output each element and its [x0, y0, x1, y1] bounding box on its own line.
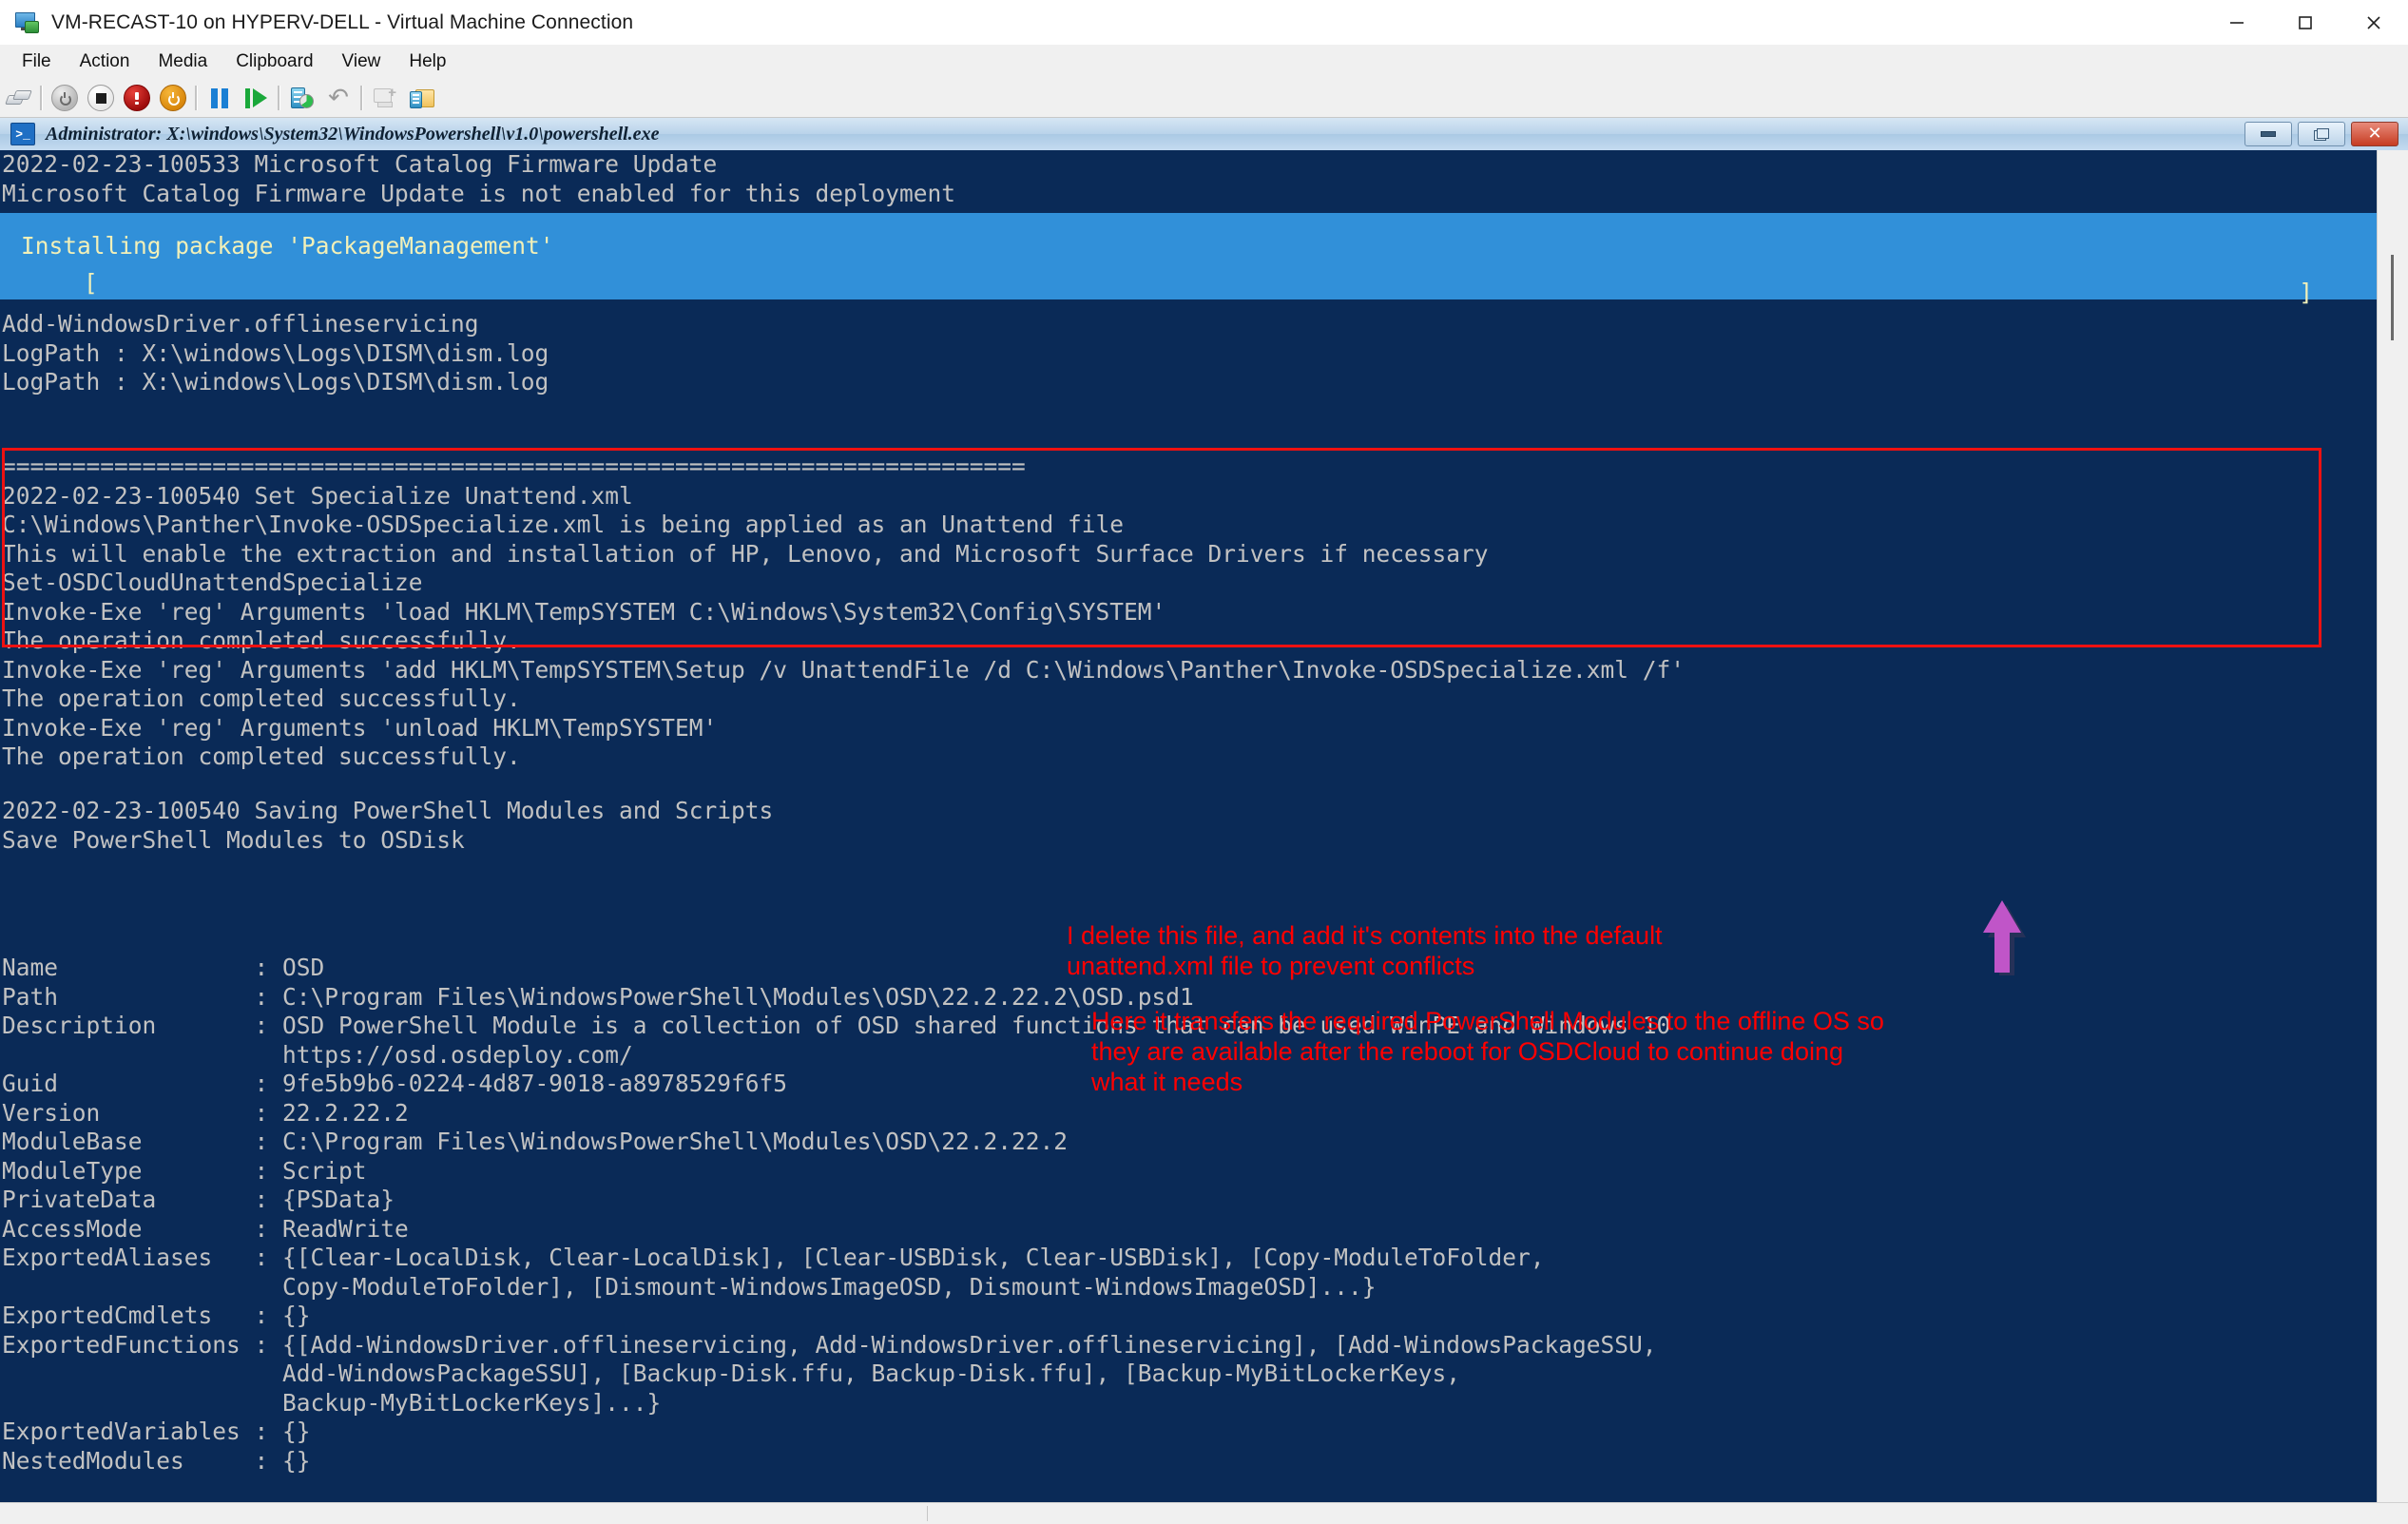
console-line: 2022-02-23-100540 Saving PowerShell Modu… [0, 797, 773, 826]
console-line: Invoke-Exe 'reg' Arguments 'add HKLM\Tem… [0, 656, 1685, 685]
menu-item-help[interactable]: Help [396, 48, 458, 75]
console-line: The operation completed successfully. [0, 743, 1685, 772]
pause-icon[interactable] [202, 82, 238, 114]
powershell-window-title: Administrator: X:\windows\System32\Windo… [46, 124, 659, 145]
console-line: Invoke-Exe 'reg' Arguments 'unload HKLM\… [0, 714, 1685, 743]
console-line: Save PowerShell Modules to OSDisk [0, 826, 773, 856]
toolbar-separator [195, 86, 198, 110]
magenta-up-arrow-icon [1977, 897, 2032, 980]
console-line: ========================================… [0, 453, 1685, 482]
menu-item-clipboard[interactable]: Clipboard [223, 48, 325, 75]
console-scrollbar-thumb[interactable] [2391, 255, 2394, 340]
console-line: C:\Windows\Panther\Invoke-OSDSpecialize.… [0, 511, 1685, 540]
console-line: This will enable the extraction and inst… [0, 540, 1685, 569]
snapshot-icon[interactable] [284, 82, 320, 114]
checkpoint-icon[interactable] [403, 82, 439, 114]
statusbar-separator [927, 1506, 928, 1521]
console-line: Add-WindowsPackageSSU], [Backup-Disk.ffu… [0, 1360, 1670, 1389]
powershell-close-button[interactable]: ✕ [2351, 122, 2398, 146]
console-line: PrivateData : {PSData} [0, 1186, 1670, 1215]
console-line: ModuleType : Script [0, 1157, 1670, 1186]
console-line: The operation completed successfully. [0, 627, 1685, 656]
toolbar: ↶ + [0, 79, 2408, 118]
progress-bar-left-bracket: [ [0, 261, 2378, 299]
maximize-button[interactable] [2271, 0, 2340, 45]
turn-off-icon[interactable] [83, 82, 119, 114]
shutdown-icon[interactable] [47, 82, 83, 114]
annotation-unattend-text: I delete this file, and add it's content… [1067, 920, 1970, 981]
console-line: NestedModules : {} [0, 1447, 1670, 1476]
resume-icon[interactable] [238, 82, 274, 114]
virtual-machine-icon [13, 11, 40, 34]
console-line: Set-OSDCloudUnattendSpecialize [0, 569, 1685, 598]
console-line: ExportedFunctions : {[Add-WindowsDriver.… [0, 1331, 1670, 1360]
powershell-prompt-icon: >_ [10, 123, 35, 145]
console-scrollbar[interactable] [2377, 150, 2408, 1503]
window-title: VM-RECAST-10 on HYPERV-DELL - Virtual Ma… [51, 11, 633, 34]
console-line: AccessMode : ReadWrite [0, 1215, 1670, 1244]
window-controls [2203, 0, 2408, 45]
annotation-modules-text: Here it transfers the required PowerShel… [1091, 1006, 2251, 1097]
progress-bar-right-bracket: ] [2297, 279, 2313, 308]
statusbar [0, 1502, 2408, 1524]
console-line: ModuleBase : C:\Program Files\WindowsPow… [0, 1128, 1670, 1157]
console-line: Copy-ModuleToFolder], [Dismount-WindowsI… [0, 1273, 1670, 1302]
media-stack-icon[interactable] [0, 82, 36, 114]
console-line: The operation completed successfully. [0, 685, 1685, 714]
install-progress-panel: Installing package 'PackageManagement' [… [0, 213, 2378, 299]
powershell-restore-button[interactable] [2298, 122, 2345, 146]
reset-icon[interactable] [119, 82, 155, 114]
console-line: Add-WindowsDriver.offlineservicing [0, 310, 549, 339]
powershell-window-controls: ✕ [2244, 122, 2398, 146]
console-line: Backup-MyBitLockerKeys]...} [0, 1389, 1670, 1418]
start-icon[interactable] [155, 82, 191, 114]
toolbar-separator [360, 86, 363, 110]
console-line: LogPath : X:\windows\Logs\DISM\dism.log [0, 339, 549, 369]
toolbar-separator [40, 86, 43, 110]
connect-computer-icon[interactable]: + [367, 82, 403, 114]
menu-item-action[interactable]: Action [67, 48, 143, 75]
console-line: Version : 22.2.22.2 [0, 1099, 1670, 1129]
console-line: ExportedCmdlets : {} [0, 1302, 1670, 1331]
virtual-machine-connection-window: VM-RECAST-10 on HYPERV-DELL - Virtual Ma… [0, 0, 2408, 1524]
window-titlebar: VM-RECAST-10 on HYPERV-DELL - Virtual Ma… [0, 0, 2408, 45]
minimize-button[interactable] [2203, 0, 2271, 45]
console-line: ExportedVariables : {} [0, 1418, 1670, 1447]
menubar: File Action Media Clipboard View Help [0, 45, 2408, 79]
console-line: 2022-02-23-100540 Set Specialize Unatten… [0, 482, 1685, 511]
console-line: LogPath : X:\windows\Logs\DISM\dism.log [0, 368, 549, 397]
powershell-window: >_ Administrator: X:\windows\System32\Wi… [0, 118, 2408, 1524]
console-line: Invoke-Exe 'reg' Arguments 'load HKLM\Te… [0, 598, 1685, 627]
progress-title: Installing package 'PackageManagement' [0, 213, 2378, 261]
console-line: ExportedAliases : {[Clear-LocalDisk, Cle… [0, 1244, 1670, 1273]
console-line: 2022-02-23-100533 Microsoft Catalog Firm… [0, 150, 955, 180]
revert-icon[interactable]: ↶ [320, 82, 356, 114]
console-line: Microsoft Catalog Firmware Update is not… [0, 180, 955, 209]
toolbar-separator [278, 86, 280, 110]
close-button[interactable] [2340, 0, 2408, 45]
powershell-titlebar: >_ Administrator: X:\windows\System32\Wi… [0, 118, 2408, 151]
menu-item-media[interactable]: Media [145, 48, 220, 75]
console-output[interactable]: 2022-02-23-100533 Microsoft Catalog Firm… [0, 150, 2378, 1503]
powershell-minimize-button[interactable] [2244, 122, 2292, 146]
menu-item-file[interactable]: File [10, 48, 64, 75]
menu-item-view[interactable]: View [330, 48, 394, 75]
